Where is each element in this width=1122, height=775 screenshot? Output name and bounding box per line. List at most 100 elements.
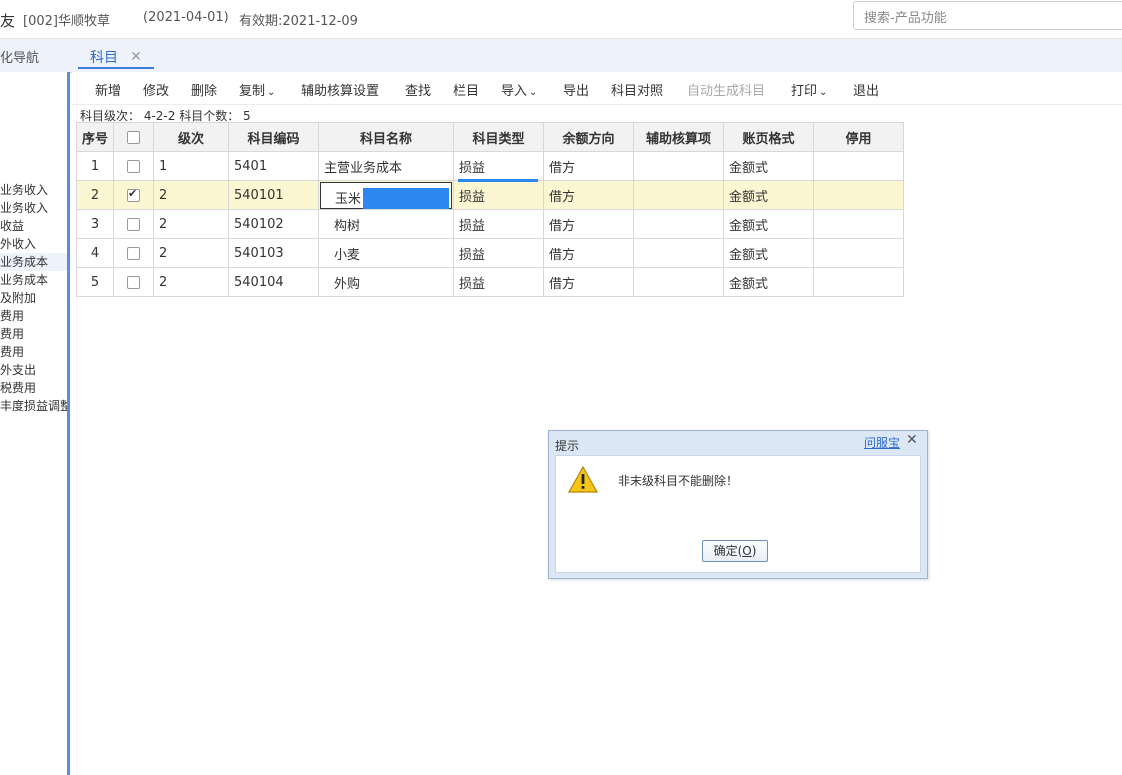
col-select-all[interactable]	[113, 122, 155, 152]
table-row-selected[interactable]: 2 2 540101 玉米 损益 借方 金额式	[75, 179, 905, 210]
table-row[interactable]: 5 2 540104 外购 损益 借方 金额式	[75, 267, 905, 297]
mapping-button[interactable]: 科目对照	[611, 80, 663, 99]
cell-code: 540101	[228, 180, 320, 210]
col-code: 科目编码	[228, 122, 320, 152]
row-checkbox[interactable]	[127, 159, 141, 173]
sidebar-item[interactable]: 税费用	[0, 379, 36, 397]
search-input[interactable]: 搜索-产品功能	[853, 1, 1122, 30]
aux-settings-button[interactable]: 辅助核算设置	[301, 80, 379, 99]
row-checkbox-checked[interactable]	[127, 187, 141, 202]
row-checkbox[interactable]	[127, 275, 141, 289]
cell-type: 损益	[453, 209, 545, 239]
sidebar-item[interactable]: 收益	[0, 217, 24, 235]
ok-button[interactable]: 确定(O)	[702, 540, 768, 562]
cell-format: 金额式	[723, 151, 815, 181]
cell-disabled	[813, 180, 905, 210]
sidebar-item[interactable]: 丰度损益调整	[0, 397, 67, 415]
cell-code: 540104	[228, 267, 320, 297]
copy-button[interactable]: 复制 ⌄	[239, 80, 275, 99]
cell-level: 2	[153, 238, 230, 268]
auto-generate-button[interactable]: 自动生成科目	[687, 80, 765, 99]
dialog-message: 非末级科目不能删除！	[618, 474, 739, 488]
cell-format: 金额式	[723, 238, 815, 268]
focus-indicator	[458, 179, 539, 182]
add-button[interactable]: 新增	[95, 80, 121, 99]
table-row[interactable]: 4 2 540103 小麦 损益 借方 金额式	[75, 238, 905, 268]
cell-format: 金额式	[723, 267, 815, 297]
close-icon[interactable]: ✕	[906, 432, 918, 448]
cell-name: 构树	[318, 209, 455, 239]
table-header: 序号 级次 科目编码 科目名称 科目类型 余额方向 辅助核算项 账页格式 停用	[75, 122, 905, 152]
accounting-period: (2021-04-01)	[143, 10, 229, 25]
cell-check[interactable]	[113, 238, 155, 268]
row-checkbox[interactable]	[127, 246, 141, 260]
cell-check[interactable]	[113, 151, 155, 181]
tab-bar: 化导航 科目 ✕	[0, 39, 1122, 73]
table-row[interactable]: 1 1 5401 主营业务成本 损益 借方 金额式	[75, 151, 905, 181]
chevron-down-icon: ⌄	[529, 87, 538, 98]
cell-seq: 4	[75, 238, 115, 268]
cell-name: 外购	[318, 267, 455, 297]
cell-check[interactable]	[113, 267, 155, 297]
dialog-body: 非末级科目不能删除！ 确定(O)	[555, 455, 921, 573]
name-edit-value: 玉米	[335, 192, 362, 207]
cell-seq: 1	[75, 151, 115, 181]
cell-check[interactable]	[113, 209, 155, 239]
table-row[interactable]: 3 2 540102 构树 损益 借方 金额式	[75, 209, 905, 239]
company-name: [002]华顺牧草	[23, 14, 110, 29]
cell-type: 损益	[453, 238, 545, 268]
cell-disabled	[813, 209, 905, 239]
delete-button[interactable]: 删除	[191, 80, 217, 99]
select-all-checkbox[interactable]	[127, 130, 141, 144]
sidebar-item[interactable]: 业务收入	[0, 181, 48, 199]
cell-type: 损益	[453, 267, 545, 297]
sidebar-item[interactable]: 费用	[0, 307, 24, 325]
chevron-down-icon: ⌄	[267, 87, 276, 98]
col-type: 科目类型	[453, 122, 545, 152]
exit-button[interactable]: 退出	[853, 80, 879, 99]
import-button[interactable]: 导入 ⌄	[501, 80, 537, 99]
row-checkbox[interactable]	[127, 217, 141, 231]
edit-button[interactable]: 修改	[143, 80, 169, 99]
sidebar-item-active[interactable]: 业务成本	[0, 253, 67, 271]
sidebar-item[interactable]: 业务收入	[0, 199, 48, 217]
cell-aux	[633, 238, 725, 268]
help-link[interactable]: 问服宝	[864, 434, 900, 451]
cell-direction: 借方	[543, 267, 635, 297]
cell-seq: 5	[75, 267, 115, 297]
dialog-title: 提示	[555, 439, 580, 453]
main-panel: 新增 修改 删除 复制 ⌄ 辅助核算设置 查找 栏目 导入 ⌄ 导出 科目对照 自动…	[72, 72, 1122, 775]
cell-name-editing[interactable]: 玉米	[318, 180, 455, 210]
close-icon[interactable]: ✕	[130, 49, 142, 65]
cell-seq: 3	[75, 209, 115, 239]
find-button[interactable]: 查找	[405, 80, 431, 99]
print-button[interactable]: 打印 ⌄	[791, 80, 827, 99]
cell-level: 2	[153, 180, 230, 210]
sidebar-item[interactable]: 业务成本	[0, 271, 48, 289]
cell-check[interactable]	[113, 180, 155, 210]
sidebar-item[interactable]: 费用	[0, 343, 24, 361]
cell-seq: 2	[75, 180, 115, 210]
cell-type: 损益	[453, 179, 545, 210]
cell-direction: 借方	[543, 238, 635, 268]
sidebar-item[interactable]: 费用	[0, 325, 24, 343]
app-logo-fragment: 友	[0, 12, 16, 30]
columns-button[interactable]: 栏目	[453, 80, 479, 99]
sidebar-item[interactable]: 及附加	[0, 289, 36, 307]
cell-code: 5401	[228, 151, 320, 181]
name-edit-field[interactable]: 玉米	[320, 182, 453, 209]
cell-aux	[633, 151, 725, 181]
cell-direction: 借方	[543, 209, 635, 239]
col-level: 级次	[153, 122, 230, 152]
col-seq: 序号	[75, 122, 115, 152]
cell-aux	[633, 209, 725, 239]
sidebar-item[interactable]: 外支出	[0, 361, 36, 379]
chevron-down-icon: ⌄	[819, 87, 828, 98]
tab-accounts-label: 科目	[90, 50, 118, 66]
sidebar-item[interactable]: 外收入	[0, 235, 36, 253]
tab-accounts[interactable]: 科目 ✕	[78, 39, 154, 69]
export-button[interactable]: 导出	[563, 80, 589, 99]
alert-dialog: 提示 问服宝 ✕ 非末级科目不能删除！ 确定(O)	[548, 430, 928, 579]
tab-navigation[interactable]: 化导航	[0, 47, 39, 66]
warning-icon	[568, 466, 598, 493]
